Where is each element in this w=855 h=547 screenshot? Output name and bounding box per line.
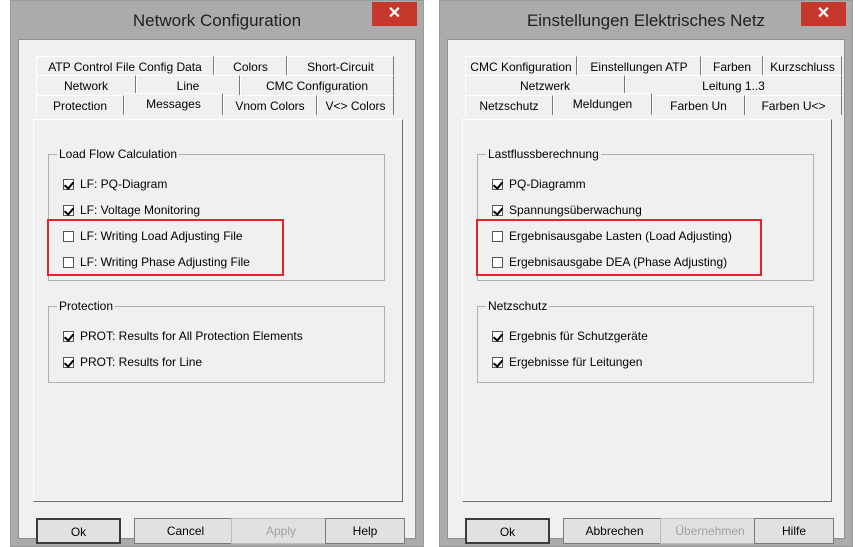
tab-v-colors[interactable]: V<> Colors xyxy=(317,95,394,115)
tab-farben-un[interactable]: Farben Un xyxy=(652,95,745,115)
checkbox-label: Ergebnis für Schutzgeräte xyxy=(509,329,648,343)
close-icon[interactable]: ✕ xyxy=(372,2,417,26)
checkbox-checked-icon[interactable] xyxy=(63,357,74,368)
tab-cmc-konfiguration[interactable]: CMC Konfiguration xyxy=(465,56,577,76)
checkbox-label: LF: PQ-Diagram xyxy=(80,177,168,191)
tab-netzwerk[interactable]: Netzwerk xyxy=(465,75,625,95)
protection-group: Protection PROT: Results for All Protect… xyxy=(48,299,385,383)
group-label: Load Flow Calculation xyxy=(57,147,180,161)
messages-panel: Load Flow Calculation LF: PQ-Diagram LF:… xyxy=(33,119,403,502)
meldungen-panel: Lastflussberechnung PQ-Diagramm Spannung… xyxy=(462,119,832,502)
netzschutz-group: Netzschutz Ergebnis für Schutzgeräte Erg… xyxy=(477,299,814,383)
apply-button[interactable]: Apply xyxy=(231,518,331,544)
checkbox-prot-all-elements[interactable]: PROT: Results for All Protection Element… xyxy=(63,328,303,344)
checkbox-pq-diagramm[interactable]: PQ-Diagramm xyxy=(492,176,586,192)
tab-short-circuit[interactable]: Short-Circuit xyxy=(287,56,394,76)
tab-kurzschluss[interactable]: Kurzschluss xyxy=(763,56,842,76)
window-title: Einstellungen Elektrisches Netz xyxy=(526,11,766,30)
tab-messages[interactable]: Messages xyxy=(124,93,223,115)
cancel-button[interactable]: Abbrechen xyxy=(563,518,666,544)
checkbox-lf-voltage-monitoring[interactable]: LF: Voltage Monitoring xyxy=(63,202,200,218)
highlight-box xyxy=(476,219,762,276)
tab-leitung[interactable]: Leitung 1..3 xyxy=(625,75,842,95)
checkbox-checked-icon[interactable] xyxy=(492,179,503,190)
tab-einstellungen-atp[interactable]: Einstellungen ATP xyxy=(577,56,701,76)
help-button[interactable]: Hilfe xyxy=(754,518,834,544)
group-label: Lastflussberechnung xyxy=(486,147,601,161)
tab-farben[interactable]: Farben xyxy=(701,56,763,76)
close-icon[interactable]: ✕ xyxy=(801,2,846,26)
checkbox-label: Spannungsüberwachung xyxy=(509,203,642,217)
checkbox-label: Ergebnisse für Leitungen xyxy=(509,355,643,369)
title-bar[interactable]: Network Configuration ✕ xyxy=(11,1,423,39)
tab-line[interactable]: Line xyxy=(136,75,240,95)
checkbox-checked-icon[interactable] xyxy=(63,331,74,342)
checkbox-spannungsueberwachung[interactable]: Spannungsüberwachung xyxy=(492,202,642,218)
tab-netzschutz[interactable]: Netzschutz xyxy=(465,95,553,115)
tab-colors[interactable]: Colors xyxy=(214,56,287,76)
checkbox-label: PROT: Results for All Protection Element… xyxy=(80,329,303,343)
cancel-button[interactable]: Cancel xyxy=(134,518,237,544)
help-button[interactable]: Help xyxy=(325,518,405,544)
checkbox-label: PQ-Diagramm xyxy=(509,177,586,191)
tab-farben-u[interactable]: Farben U<> xyxy=(745,95,842,115)
checkbox-label: PROT: Results for Line xyxy=(80,355,203,369)
checkbox-checked-icon[interactable] xyxy=(492,357,503,368)
ok-button[interactable]: Ok xyxy=(36,518,121,544)
ok-button[interactable]: Ok xyxy=(465,518,550,544)
apply-button[interactable]: Übernehmen xyxy=(660,518,760,544)
checkbox-checked-icon[interactable] xyxy=(63,205,74,216)
checkbox-checked-icon[interactable] xyxy=(492,331,503,342)
tab-atp-control-file[interactable]: ATP Control File Config Data xyxy=(36,56,214,76)
checkbox-ergebnis-schutzgeraete[interactable]: Ergebnis für Schutzgeräte xyxy=(492,328,648,344)
group-label: Netzschutz xyxy=(486,299,550,313)
tab-network[interactable]: Network xyxy=(36,75,136,95)
dialog-body: CMC Konfiguration Einstellungen ATP Farb… xyxy=(447,39,845,544)
tab-protection[interactable]: Protection xyxy=(36,95,124,115)
checkbox-ergebnisse-leitungen[interactable]: Ergebnisse für Leitungen xyxy=(492,354,642,370)
window-title: Network Configuration xyxy=(132,11,302,30)
checkbox-checked-icon[interactable] xyxy=(63,179,74,190)
checkbox-label: LF: Voltage Monitoring xyxy=(80,203,201,217)
checkbox-prot-line[interactable]: PROT: Results for Line xyxy=(63,354,202,370)
checkbox-checked-icon[interactable] xyxy=(492,205,503,216)
network-configuration-window: Network Configuration ✕ ATP Control File… xyxy=(10,0,424,547)
tab-cmc-configuration[interactable]: CMC Configuration xyxy=(240,75,394,95)
dialog-body: ATP Control File Config Data Colors Shor… xyxy=(18,39,416,544)
highlight-box xyxy=(47,219,284,276)
tab-meldungen[interactable]: Meldungen xyxy=(553,93,652,115)
checkbox-lf-pq-diagram[interactable]: LF: PQ-Diagram xyxy=(63,176,167,192)
tab-vnom-colors[interactable]: Vnom Colors xyxy=(223,95,317,115)
einstellungen-window: Einstellungen Elektrisches Netz ✕ CMC Ko… xyxy=(439,0,853,547)
group-label: Protection xyxy=(57,299,116,313)
title-bar[interactable]: Einstellungen Elektrisches Netz ✕ xyxy=(440,1,852,39)
